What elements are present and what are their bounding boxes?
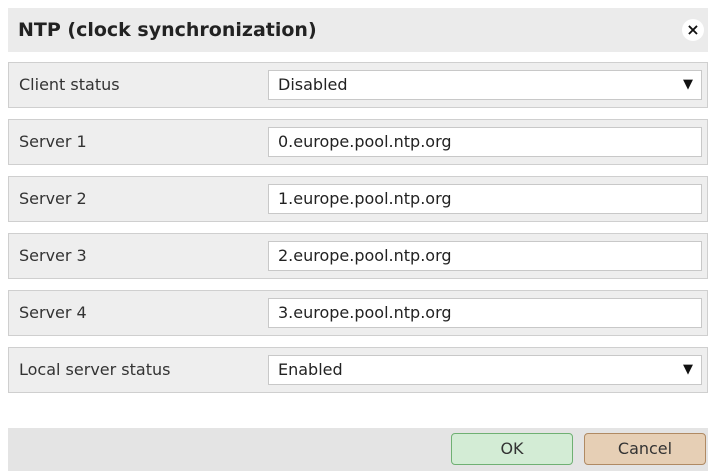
row-server-1: Server 1 0.europe.pool.ntp.org [8,119,708,165]
row-server-2: Server 2 1.europe.pool.ntp.org [8,176,708,222]
server-4-value: 3.europe.pool.ntp.org [278,303,452,322]
server-2-value: 1.europe.pool.ntp.org [278,189,452,208]
row-client-status: Client status Disabled ▼ [8,62,708,108]
server-4-label: Server 4 [19,303,87,322]
cancel-button[interactable]: Cancel [584,433,706,465]
server-2-label: Server 2 [19,189,87,208]
ok-button[interactable]: OK [451,433,573,465]
row-server-3: Server 3 2.europe.pool.ntp.org [8,233,708,279]
server-3-label: Server 3 [19,246,87,265]
client-status-label: Client status [19,75,120,94]
row-server-4: Server 4 3.europe.pool.ntp.org [8,290,708,336]
row-local-server-status: Local server status Enabled ▼ [8,347,708,393]
chevron-down-icon: ▼ [683,362,693,377]
server-1-value: 0.europe.pool.ntp.org [278,132,452,151]
close-icon[interactable]: × [682,19,704,41]
local-server-status-label: Local server status [19,360,171,379]
server-2-input[interactable]: 1.europe.pool.ntp.org [268,184,702,214]
client-status-value: Disabled [278,75,348,94]
chevron-down-icon: ▼ [683,77,693,92]
server-3-value: 2.europe.pool.ntp.org [278,246,452,265]
server-1-input[interactable]: 0.europe.pool.ntp.org [268,127,702,157]
dialog-title: NTP (clock synchronization) [18,19,317,41]
dialog-footer: OK Cancel [8,428,708,471]
server-4-input[interactable]: 3.europe.pool.ntp.org [268,298,702,328]
server-3-input[interactable]: 2.europe.pool.ntp.org [268,241,702,271]
ntp-dialog: NTP (clock synchronization) × Client sta… [0,0,716,471]
server-1-label: Server 1 [19,132,87,151]
local-server-status-select[interactable]: Enabled ▼ [268,355,702,385]
local-server-status-value: Enabled [278,360,343,379]
dialog-title-bar: NTP (clock synchronization) × [8,8,708,52]
client-status-select[interactable]: Disabled ▼ [268,70,702,100]
